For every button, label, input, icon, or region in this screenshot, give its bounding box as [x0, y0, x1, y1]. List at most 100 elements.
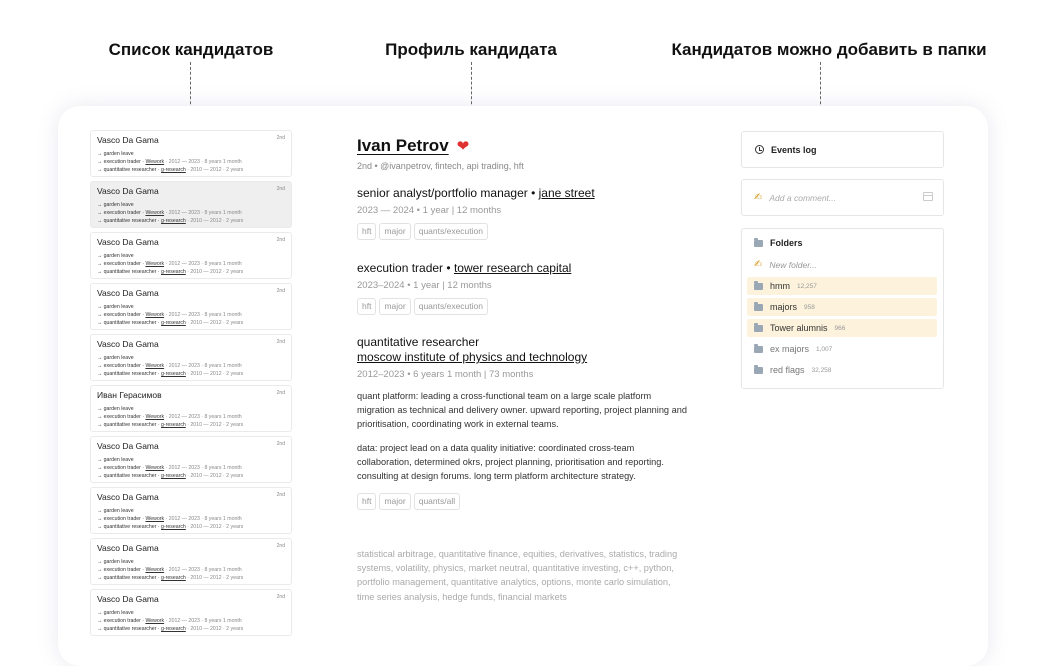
folder-item-majors[interactable]: majors 958 [747, 298, 937, 316]
candidate-card[interactable]: Vasco Da Gama 2nd → garden leave → executio… [90, 283, 292, 330]
folders-title: Folders [770, 238, 803, 248]
folder-name: red flags [770, 365, 805, 375]
candidate-card-name: Vasco Da Gama [97, 186, 159, 196]
company-link[interactable]: Wework [145, 465, 164, 471]
heart-icon[interactable]: ❤ [457, 137, 470, 155]
tag[interactable]: major [379, 298, 411, 315]
job-entry: execution trader • tower research capita… [357, 261, 687, 315]
candidate-card[interactable]: Vasco Da Gama 2nd → garden leave → executio… [90, 487, 292, 534]
new-folder-button[interactable]: ✍ New folder... [747, 256, 937, 274]
company-link[interactable]: Wework [145, 567, 164, 573]
company-link[interactable]: tower research capital [454, 261, 571, 275]
company-link[interactable]: g-research [161, 167, 186, 173]
tag[interactable]: major [379, 493, 411, 511]
tag[interactable]: hft [357, 298, 377, 315]
candidate-card[interactable]: Vasco Da Gama 2nd → garden leave → executio… [90, 538, 292, 585]
pencil-icon: ✍ [754, 259, 763, 270]
events-log-button[interactable]: Events log [741, 131, 944, 168]
company-link[interactable]: moscow institute of physics and technolo… [357, 350, 687, 365]
annotation-candidate-profile: Профиль кандидата [385, 40, 557, 59]
card-line: → execution trader · Wework · 2012 — 202… [97, 617, 242, 624]
job-dates: 2012–2023 • 6 years 1 month | 73 months [357, 369, 534, 380]
candidate-card[interactable]: Vasco Da Gama 2nd → garden leave → executio… [90, 334, 292, 381]
company-link[interactable]: g-research [161, 218, 186, 224]
folder-icon [754, 364, 763, 374]
tag[interactable]: quants/execution [413, 298, 488, 315]
company-link[interactable]: jane street [539, 186, 595, 200]
card-line: → garden leave [97, 355, 134, 361]
candidate-card[interactable]: Vasco Da Gama 2nd → garden leave → executio… [90, 436, 292, 483]
card-line: → execution trader · Wework · 2012 — 202… [97, 311, 242, 318]
candidate-card[interactable]: Vasco Da Gama 2nd → garden leave → executio… [90, 181, 292, 228]
card-line: → garden leave [97, 304, 134, 310]
card-line: → garden leave [97, 508, 134, 514]
card-line: → quantitative researcher · g-research ·… [97, 625, 244, 632]
job-tags: hft major quants/execution [357, 223, 687, 240]
candidate-card[interactable]: Иван Герасимов 2nd → garden leave → executi… [90, 385, 292, 432]
card-line: → garden leave [97, 253, 134, 259]
company-link[interactable]: g-research [161, 422, 186, 428]
connection-degree: 2nd [276, 543, 285, 549]
candidate-card-name: Vasco Da Gama [97, 237, 159, 247]
job-dates: 2023–2024 • 1 year | 12 months [357, 280, 492, 291]
comment-placeholder: Add a comment... [769, 192, 837, 203]
connection-degree: 2nd [276, 339, 285, 345]
events-log-label: Events log [771, 144, 817, 155]
candidate-card-name: Vasco Da Gama [97, 492, 159, 502]
company-link[interactable]: g-research [161, 320, 186, 326]
folder-icon [754, 280, 763, 290]
card-line: → execution trader · Wework · 2012 — 202… [97, 566, 242, 573]
tag[interactable]: quants/execution [413, 223, 488, 240]
company-link[interactable]: g-research [161, 269, 186, 275]
company-link[interactable]: g-research [161, 371, 186, 377]
company-link[interactable]: g-research [161, 524, 186, 530]
connection-degree: 2nd [276, 492, 285, 498]
job-description: quant platform: leading a cross-function… [357, 391, 687, 430]
card-line: → execution trader · Wework · 2012 — 202… [97, 260, 242, 267]
job-entry: quantitative researcher moscow institute… [357, 335, 687, 511]
company-link[interactable]: g-research [161, 575, 186, 581]
company-link[interactable]: Wework [145, 261, 164, 267]
candidate-card[interactable]: Vasco Da Gama 2nd → garden leave → executio… [90, 589, 292, 636]
company-link[interactable]: Wework [145, 363, 164, 369]
folder-item-tower-alumnis[interactable]: Tower alumnis 966 [747, 319, 937, 337]
job-tags: hft major quants/execution [357, 298, 687, 315]
candidate-card-name: Vasco Da Gama [97, 441, 159, 451]
tag[interactable]: hft [357, 223, 377, 240]
tag[interactable]: quants/all [413, 493, 461, 511]
job-title: execution trader • tower research capita… [357, 261, 572, 275]
card-line: → execution trader · Wework · 2012 — 202… [97, 464, 242, 471]
company-link[interactable]: Wework [145, 159, 164, 165]
folder-icon [754, 237, 763, 247]
folder-count: 1,007 [816, 345, 833, 353]
card-line: → garden leave [97, 559, 134, 565]
tag[interactable]: major [379, 223, 411, 240]
connection-degree: 2nd [276, 135, 285, 141]
folder-item-red-flags[interactable]: red flags 32,258 [747, 361, 937, 379]
card-icon[interactable] [923, 192, 933, 201]
company-link[interactable]: Wework [145, 618, 164, 624]
tag[interactable]: hft [357, 493, 377, 511]
company-link[interactable]: Wework [145, 516, 164, 522]
candidate-profile: Ivan Petrov ❤ 2nd • @ivanpetrov, fintech… [357, 136, 687, 171]
candidate-card-name: Vasco Da Gama [97, 594, 159, 604]
candidate-card[interactable]: Vasco Da Gama 2nd → garden leave → executio… [90, 232, 292, 279]
candidate-card-name: Vasco Da Gama [97, 339, 159, 349]
folder-item-hmm[interactable]: hmm 12,257 [747, 277, 937, 295]
company-link[interactable]: Wework [145, 414, 164, 420]
company-link[interactable]: g-research [161, 473, 186, 479]
company-link[interactable]: g-research [161, 626, 186, 632]
candidate-name[interactable]: Ivan Petrov [357, 136, 449, 156]
candidate-card-name: Иван Герасимов [97, 390, 162, 400]
folders-panel: Folders ✍ New folder... hmm 12,257 major… [741, 228, 944, 389]
folder-item-ex-majors[interactable]: ex majors 1,007 [747, 340, 937, 358]
candidate-card[interactable]: Vasco Da Gama 2nd → garden leave → executio… [90, 130, 292, 177]
card-line: → quantitative researcher · g-research ·… [97, 319, 244, 326]
card-line: → quantitative researcher · g-research ·… [97, 472, 244, 479]
company-link[interactable]: Wework [145, 210, 164, 216]
comment-input[interactable]: ✍ Add a comment... [741, 179, 944, 216]
card-line: → quantitative researcher · g-research ·… [97, 166, 244, 173]
company-link[interactable]: Wework [145, 312, 164, 318]
card-line: → execution trader · Wework · 2012 — 202… [97, 209, 242, 216]
folder-count: 966 [834, 324, 846, 332]
